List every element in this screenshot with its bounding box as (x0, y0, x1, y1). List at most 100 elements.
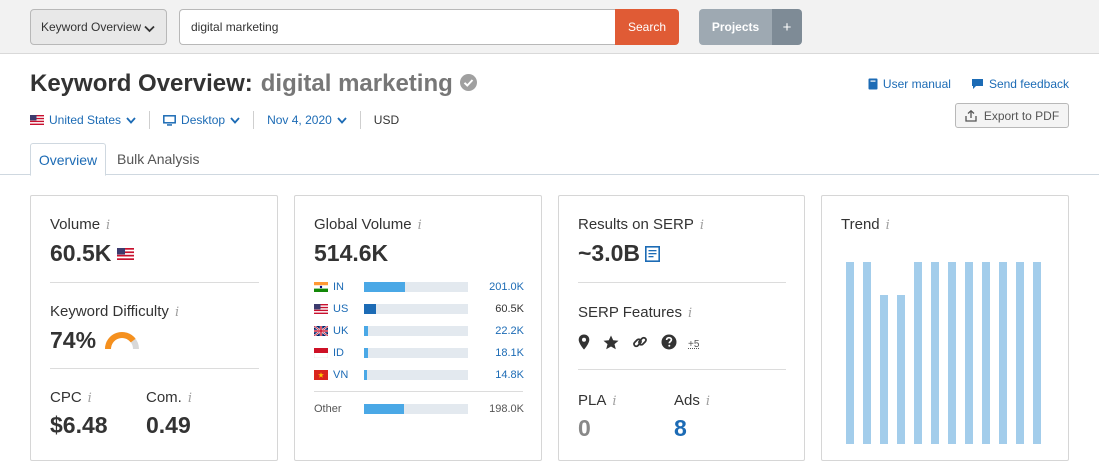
results-label: Results on SERP (578, 216, 694, 233)
info-icon[interactable]: i (612, 394, 616, 409)
tab-overview[interactable]: Overview (30, 143, 106, 176)
pla-label-row: PLA i (578, 392, 617, 409)
date-filter[interactable]: Nov 4, 2020 (253, 111, 360, 129)
desktop-icon (163, 114, 176, 126)
projects-button[interactable]: Projects (699, 9, 772, 45)
country-filter[interactable]: United States (30, 111, 149, 129)
add-project-button[interactable]: + (772, 9, 802, 45)
send-feedback-label: Send feedback (988, 77, 1069, 91)
trend-bar[interactable] (863, 262, 871, 444)
volume-card: Volume i 60.5K Keyword Difficulty i 74% CP… (30, 195, 278, 461)
book-icon (868, 78, 878, 90)
search-button[interactable]: Search (615, 9, 679, 45)
trend-bar[interactable] (1033, 262, 1041, 444)
other-row: Other 198.0K (314, 402, 524, 416)
send-feedback-link[interactable]: Send feedback (971, 77, 1069, 91)
trend-label-row: Trend i (841, 216, 890, 233)
trend-bar[interactable] (914, 262, 922, 444)
header-links: User manual Send feedback (848, 77, 1069, 91)
info-icon[interactable]: i (700, 218, 704, 233)
kd-label-row: Keyword Difficulty i (50, 303, 179, 320)
question-icon[interactable] (661, 334, 677, 350)
results-value-row: ~3.0B (578, 240, 661, 267)
check-circle-icon (459, 70, 477, 98)
search-input[interactable] (179, 9, 616, 45)
trend-bar[interactable] (999, 262, 1007, 444)
trend-bar[interactable] (948, 262, 956, 444)
trend-bar[interactable] (982, 262, 990, 444)
trend-bar[interactable] (931, 262, 939, 444)
volume-label-row: Volume i (50, 216, 110, 233)
divider (50, 282, 259, 283)
country-row[interactable]: UK 22.2K (314, 324, 524, 338)
volume-value: 60.5K (50, 240, 112, 266)
export-pdf-button[interactable]: Export to PDF (955, 103, 1069, 128)
chevron-down-icon (337, 116, 347, 124)
com-label: Com. (146, 389, 182, 406)
other-label: Other (314, 403, 342, 415)
pla-value: 0 (578, 415, 591, 441)
us-flag-icon (117, 247, 135, 260)
country-bar-fill (364, 370, 368, 380)
date-filter-label: Nov 4, 2020 (267, 113, 332, 127)
serp-snapshot-icon[interactable] (645, 245, 661, 262)
tab-bar: Overview Bulk Analysis (0, 143, 1099, 176)
country-row[interactable]: US 60.5K (314, 302, 524, 316)
trend-card: Trend i (821, 195, 1069, 461)
serp-features-icons: +5 (578, 334, 699, 350)
kd-value-row: 74% (50, 327, 140, 354)
info-icon[interactable]: i (175, 305, 179, 320)
indonesia-flag-icon (314, 348, 328, 358)
chevron-down-icon (230, 116, 240, 124)
country-bar (364, 282, 468, 292)
country-code: VN (333, 369, 349, 381)
pla-label: PLA (578, 392, 607, 409)
export-icon (965, 109, 977, 122)
country-row[interactable]: IN 201.0K (314, 280, 524, 294)
tool-select[interactable]: Keyword Overview (30, 9, 167, 45)
country-bar (364, 326, 468, 336)
country-bar (364, 370, 468, 380)
country-code: UK (333, 325, 349, 337)
page-title: Keyword Overview: digital marketing (30, 70, 477, 98)
ads-value[interactable]: 8 (674, 415, 687, 442)
info-icon[interactable]: i (886, 218, 890, 233)
map-pin-icon[interactable] (578, 334, 590, 350)
chevron-down-icon (126, 116, 136, 124)
info-icon[interactable]: i (88, 391, 92, 406)
info-icon[interactable]: i (106, 218, 110, 233)
country-value: 60.5K (495, 303, 524, 315)
star-icon[interactable] (603, 335, 619, 350)
info-icon[interactable]: i (188, 391, 192, 406)
trend-bar[interactable] (897, 294, 905, 444)
india-flag-icon (314, 282, 328, 292)
trend-bar[interactable] (880, 294, 888, 444)
info-icon[interactable]: i (706, 394, 710, 409)
country-row[interactable]: ID 18.1K (314, 346, 524, 360)
info-icon[interactable]: i (418, 218, 422, 233)
trend-bar[interactable] (965, 262, 973, 444)
divider (578, 369, 786, 370)
ads-label-row: Ads i (674, 392, 710, 409)
tab-bulk-analysis[interactable]: Bulk Analysis (117, 143, 199, 175)
link-icon[interactable] (632, 334, 648, 350)
device-filter[interactable]: Desktop (149, 111, 253, 129)
country-value: 201.0K (489, 281, 524, 293)
more-features-link[interactable]: +5 (688, 339, 699, 350)
tool-select-label: Keyword Overview (41, 20, 142, 34)
page-title-prefix: Keyword Overview: (30, 70, 253, 97)
country-row[interactable]: VN 14.8K (314, 368, 524, 382)
page-title-keyword: digital marketing (260, 70, 453, 97)
chat-bubble-icon (971, 78, 984, 90)
filters-bar: United States Desktop Nov 4, 2020 USD (30, 110, 412, 130)
user-manual-link[interactable]: User manual (868, 77, 951, 91)
trend-chart (844, 256, 1048, 444)
trend-bar[interactable] (1016, 262, 1024, 444)
cpc-label-row: CPC i (50, 389, 92, 406)
info-icon[interactable]: i (688, 306, 692, 321)
com-value: 0.49 (146, 412, 191, 438)
country-bar-fill (364, 282, 405, 292)
trend-bar[interactable] (846, 262, 854, 444)
results-label-row: Results on SERP i (578, 216, 704, 233)
kd-value: 74% (50, 327, 97, 353)
